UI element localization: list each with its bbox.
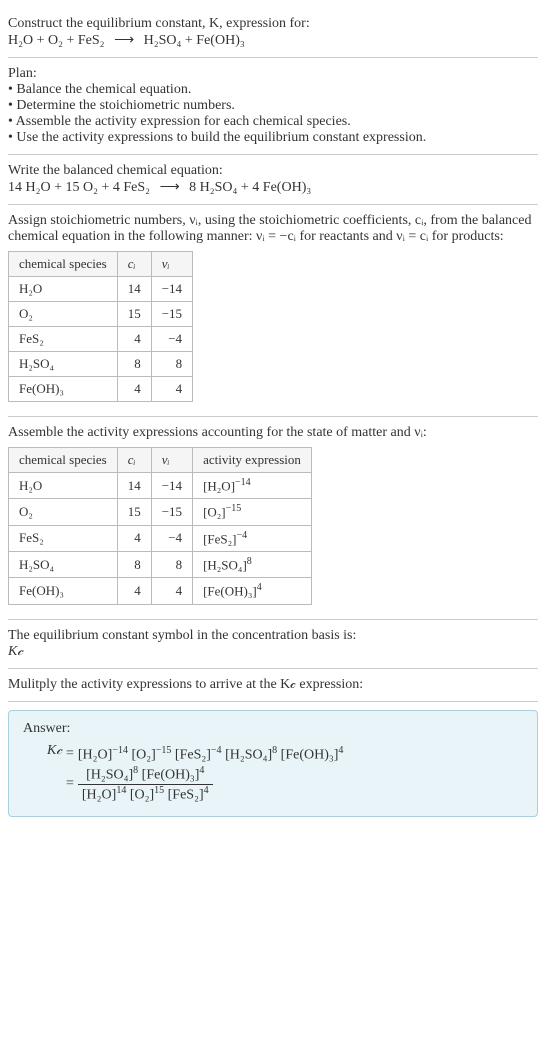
cell-ci: 8 [117, 352, 151, 377]
cell-vi: 4 [151, 377, 192, 402]
table-row: H₂SO₄ 8 8 [9, 352, 193, 377]
plan-section: Plan: • Balance the chemical equation. •… [8, 58, 538, 155]
col-ci: cᵢ [117, 448, 151, 473]
plan-bullet: • Use the activity expressions to build … [8, 130, 538, 146]
table-header-row: chemical species cᵢ νᵢ activity expressi… [9, 448, 312, 473]
cell-activity: [O₂]−15 [193, 499, 312, 525]
answer-box: Answer: K𝒸 = [H₂O]−14 [O₂]−15 [FeS₂]−4 [… [8, 710, 538, 817]
prompt-text: Construct the equilibrium constant, K, e… [8, 16, 538, 32]
balanced-section: Write the balanced chemical equation: 14… [8, 155, 538, 205]
plan-bullet: • Assemble the activity expression for e… [8, 114, 538, 130]
cell-ci: 4 [117, 377, 151, 402]
table-row: O₂ 15 −15 [9, 302, 193, 327]
table-row: FeS₂ 4 −4 [FeS₂]−4 [9, 525, 312, 551]
cell-ci: 8 [117, 551, 151, 577]
col-species: chemical species [9, 252, 118, 277]
balanced-heading: Write the balanced chemical equation: [8, 163, 538, 179]
cell-species: O₂ [9, 499, 118, 525]
symbol-kc: K𝒸 [8, 644, 538, 660]
fraction: [H₂SO₄]8 [Fe(OH)₃]4 [H₂O]14 [O₂]15 [FeS₂… [78, 765, 213, 803]
cell-activity: [Fe(OH)₃]4 [193, 578, 312, 604]
cell-vi: −15 [151, 302, 192, 327]
eq-rhs: 8 H₂SO₄ + 4 Fe(OH)₃ [189, 180, 311, 195]
balanced-equation: 14 H₂O + 15 O₂ + 4 FeS₂ ⟶ 8 H₂SO₄ + 4 Fe… [8, 179, 538, 196]
activity-section: Assemble the activity expressions accoun… [8, 417, 538, 620]
table-row: H₂O 14 −14 [9, 277, 193, 302]
reaction-arrow-icon: ⟶ [114, 33, 134, 48]
eq-rhs: H₂SO₄ + Fe(OH)₃ [144, 33, 245, 48]
cell-ci: 14 [117, 473, 151, 499]
cell-vi: −14 [151, 473, 192, 499]
col-species: chemical species [9, 448, 118, 473]
cell-ci: 15 [117, 499, 151, 525]
activity-intro: Assemble the activity expressions accoun… [8, 425, 538, 441]
table-row: Fe(OH)₃ 4 4 [Fe(OH)₃]4 [9, 578, 312, 604]
fraction-denominator: [H₂O]14 [O₂]15 [FeS₂]4 [78, 785, 213, 804]
fraction-numerator: [H₂SO₄]8 [Fe(OH)₃]4 [78, 765, 213, 785]
kc-product-form: = [H₂O]−14 [O₂]−15 [FeS₂]−4 [H₂SO₄]8 [Fe… [66, 745, 343, 764]
cell-activity: [H₂O]−14 [193, 473, 312, 499]
answer-equation: K𝒸 = [H₂O]−14 [O₂]−15 [FeS₂]−4 [H₂SO₄]8 … [47, 743, 523, 806]
cell-species: Fe(OH)₃ [9, 377, 118, 402]
equals-sign: = [66, 746, 74, 762]
plan-heading: Plan: [8, 66, 538, 82]
cell-ci: 4 [117, 525, 151, 551]
col-activity: activity expression [193, 448, 312, 473]
cell-species: FeS₂ [9, 327, 118, 352]
multiply-text: Mulitply the activity expressions to arr… [8, 677, 538, 693]
cell-vi: 8 [151, 352, 192, 377]
cell-species: O₂ [9, 302, 118, 327]
cell-species: H₂SO₄ [9, 551, 118, 577]
eq-lhs: H₂O + O₂ + FeS₂ [8, 33, 105, 48]
cell-vi: 4 [151, 578, 192, 604]
kc-symbol: K𝒸 [47, 743, 62, 759]
symbol-section: The equilibrium constant symbol in the c… [8, 620, 538, 669]
cell-species: H₂SO₄ [9, 352, 118, 377]
table-row: FeS₂ 4 −4 [9, 327, 193, 352]
eq-lhs: 14 H₂O + 15 O₂ + 4 FeS₂ [8, 180, 150, 195]
kc-fraction-form: = [H₂SO₄]8 [Fe(OH)₃]4 [H₂O]14 [O₂]15 [Fe… [66, 765, 343, 803]
cell-vi: −15 [151, 499, 192, 525]
equals-sign: = [66, 776, 74, 792]
stoich-intro: Assign stoichiometric numbers, νᵢ, using… [8, 213, 538, 245]
reaction-arrow-icon: ⟶ [160, 180, 180, 195]
cell-vi: −4 [151, 525, 192, 551]
cell-activity: [FeS₂]−4 [193, 525, 312, 551]
prompt-section: Construct the equilibrium constant, K, e… [8, 8, 538, 58]
cell-vi: −4 [151, 327, 192, 352]
cell-ci: 14 [117, 277, 151, 302]
table-row: H₂O 14 −14 [H₂O]−14 [9, 473, 312, 499]
cell-ci: 15 [117, 302, 151, 327]
cell-species: H₂O [9, 277, 118, 302]
table-header-row: chemical species cᵢ νᵢ [9, 252, 193, 277]
symbol-text: The equilibrium constant symbol in the c… [8, 628, 538, 644]
cell-species: Fe(OH)₃ [9, 578, 118, 604]
stoich-table: chemical species cᵢ νᵢ H₂O 14 −14 O₂ 15 … [8, 251, 193, 402]
cell-activity: [H₂SO₄]8 [193, 551, 312, 577]
plan-bullet: • Balance the chemical equation. [8, 82, 538, 98]
stoich-section: Assign stoichiometric numbers, νᵢ, using… [8, 205, 538, 417]
multiply-section: Mulitply the activity expressions to arr… [8, 669, 538, 702]
prompt-equation: H₂O + O₂ + FeS₂ ⟶ H₂SO₄ + Fe(OH)₃ [8, 32, 538, 49]
col-vi: νᵢ [151, 448, 192, 473]
cell-species: FeS₂ [9, 525, 118, 551]
cell-vi: 8 [151, 551, 192, 577]
col-vi: νᵢ [151, 252, 192, 277]
cell-species: H₂O [9, 473, 118, 499]
table-row: Fe(OH)₃ 4 4 [9, 377, 193, 402]
activity-table: chemical species cᵢ νᵢ activity expressi… [8, 447, 312, 605]
cell-ci: 4 [117, 327, 151, 352]
cell-vi: −14 [151, 277, 192, 302]
col-ci: cᵢ [117, 252, 151, 277]
cell-ci: 4 [117, 578, 151, 604]
table-row: O₂ 15 −15 [O₂]−15 [9, 499, 312, 525]
plan-bullet: • Determine the stoichiometric numbers. [8, 98, 538, 114]
answer-label: Answer: [23, 721, 523, 737]
table-row: H₂SO₄ 8 8 [H₂SO₄]8 [9, 551, 312, 577]
